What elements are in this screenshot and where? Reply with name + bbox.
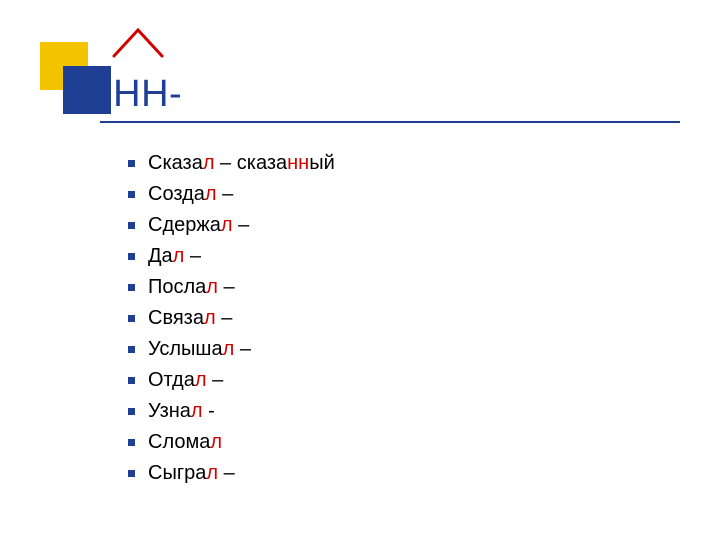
- word-stem-red: л: [210, 431, 222, 453]
- word-stem: Сдержа: [148, 214, 221, 236]
- list-item: Создал –: [128, 179, 335, 210]
- word-stem-red: л: [203, 152, 215, 174]
- bullet-icon: [128, 315, 135, 322]
- word-stem: Созда: [148, 183, 205, 205]
- word-stem-red: л: [223, 338, 235, 360]
- word-stem-red: л: [205, 183, 217, 205]
- word-stem: Слома: [148, 431, 210, 453]
- title-rule: [100, 121, 680, 123]
- list-item: Дал –: [128, 241, 335, 272]
- list-item: Послал –: [128, 272, 335, 303]
- word-stem-red: л: [221, 214, 233, 236]
- word-stem: Узна: [148, 400, 191, 422]
- word-dash: –: [184, 245, 201, 267]
- word-stem-red: л: [206, 276, 218, 298]
- list-item: Отдал –: [128, 365, 335, 396]
- word-stem-red: л: [206, 462, 218, 484]
- list-item: Сдержал –: [128, 210, 335, 241]
- word-stem: Связа: [148, 307, 204, 329]
- word-tail-red: нн: [287, 152, 309, 174]
- bullet-icon: [128, 253, 135, 260]
- word-stem-red: л: [195, 369, 207, 391]
- list-item: Сказал – сказанный: [128, 148, 335, 179]
- bullet-icon: [128, 470, 135, 477]
- bullet-icon: [128, 222, 135, 229]
- list-item: Услышал –: [128, 334, 335, 365]
- word-stem: Сказа: [148, 152, 203, 174]
- bullet-icon: [128, 439, 135, 446]
- word-stem-red: л: [191, 400, 203, 422]
- word-stem-red: л: [204, 307, 216, 329]
- word-dash: -: [203, 400, 215, 422]
- word-dash: –: [216, 307, 233, 329]
- slide-title: -НН-: [100, 73, 182, 116]
- word-tail: сказа: [237, 152, 287, 174]
- word-list: Сказал – сказанныйСоздал –Сдержал –Дал –…: [128, 148, 335, 489]
- word-stem-red: л: [173, 245, 185, 267]
- suffix-roof-icon: [108, 24, 168, 64]
- list-item: Сломал: [128, 427, 335, 458]
- bullet-icon: [128, 160, 135, 167]
- bullet-icon: [128, 377, 135, 384]
- word-dash: –: [217, 183, 234, 205]
- word-stem: Да: [148, 245, 173, 267]
- word-dash: –: [234, 338, 251, 360]
- list-item: Сыграл –: [128, 458, 335, 489]
- list-item: Узнал -: [128, 396, 335, 427]
- word-dash: –: [207, 369, 224, 391]
- bullet-icon: [128, 191, 135, 198]
- bullet-icon: [128, 408, 135, 415]
- word-dash: –: [218, 462, 235, 484]
- word-dash: –: [215, 152, 237, 174]
- word-stem: Отда: [148, 369, 195, 391]
- list-item: Связал –: [128, 303, 335, 334]
- word-stem: Услыша: [148, 338, 223, 360]
- bullet-icon: [128, 284, 135, 291]
- word-stem: Сыгра: [148, 462, 206, 484]
- word-tail-suffix: ый: [309, 152, 335, 174]
- bullet-icon: [128, 346, 135, 353]
- word-stem: Посла: [148, 276, 206, 298]
- word-dash: –: [218, 276, 235, 298]
- word-dash: –: [233, 214, 250, 236]
